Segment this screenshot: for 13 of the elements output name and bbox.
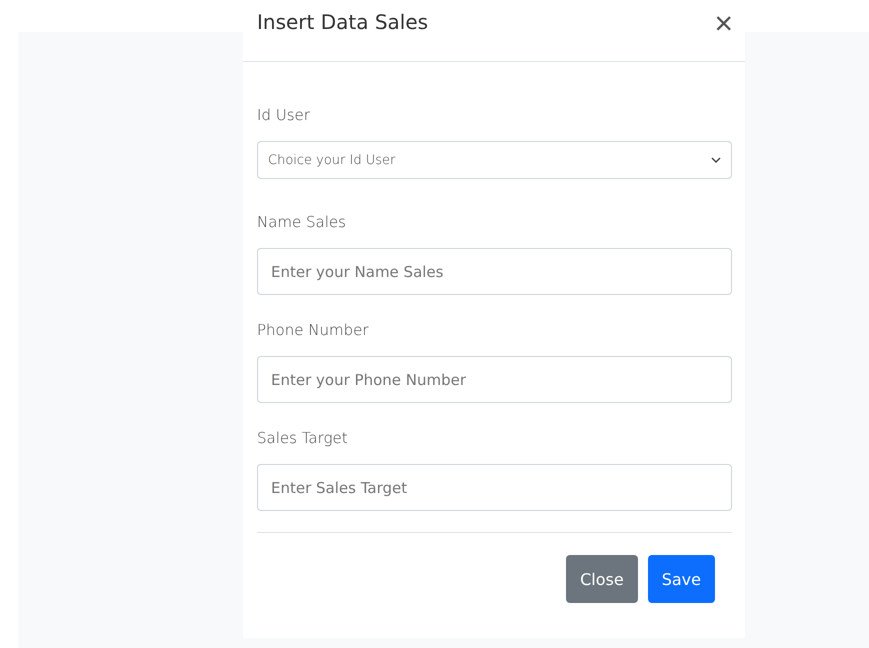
input-field[interactable]: Enter Sales Target [257,464,732,511]
dialog-title: Insert Data Sales [257,10,428,34]
input-field[interactable]: Enter your Name Sales [257,248,732,295]
chevron-down-icon [711,156,721,164]
field-label: Sales Target [257,429,349,447]
save-button[interactable]: Save [648,555,715,603]
field-label: Id User [257,106,311,124]
select-field[interactable]: Choice your Id User [257,141,732,179]
field-label: Name Sales [257,213,347,231]
close-button[interactable]: Close [566,555,638,603]
close-button[interactable]: × [714,6,733,38]
field-label: Phone Number [257,321,370,339]
input-field[interactable]: Enter your Phone Number [257,356,732,403]
